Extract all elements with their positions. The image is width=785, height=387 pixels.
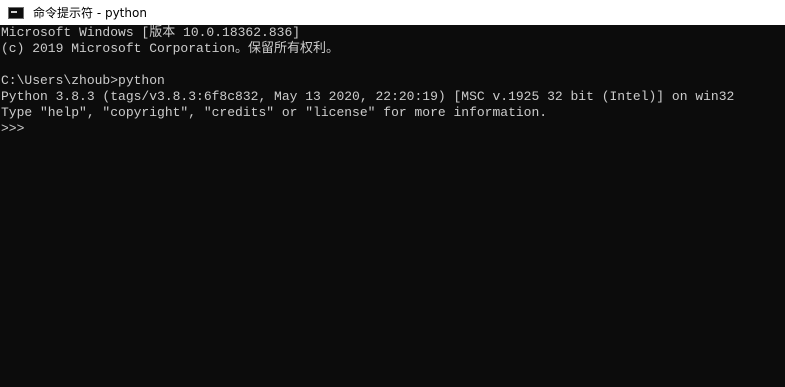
text-cursor	[24, 122, 25, 136]
console-line: (c) 2019 Microsoft Corporation。保留所有权利。	[1, 41, 340, 56]
window-title: 命令提示符 - python	[33, 6, 147, 20]
title-bar[interactable]: 命令提示符 - python	[0, 0, 785, 25]
cmd-window: 命令提示符 - python Microsoft Windows [版本 10.…	[0, 0, 785, 387]
cmd-icon[interactable]	[8, 6, 24, 19]
console-line: Type "help", "copyright", "credits" or "…	[1, 105, 548, 120]
console-line: Microsoft Windows [版本 10.0.18362.836]	[1, 25, 301, 40]
console-line: C:\Users\zhoub>python	[1, 73, 165, 88]
console-output[interactable]: Microsoft Windows [版本 10.0.18362.836] (c…	[0, 25, 785, 387]
python-prompt: >>>	[1, 121, 25, 136]
console-line: Python 3.8.3 (tags/v3.8.3:6f8c832, May 1…	[1, 89, 735, 104]
python-prompt-line[interactable]: >>>	[1, 121, 785, 137]
